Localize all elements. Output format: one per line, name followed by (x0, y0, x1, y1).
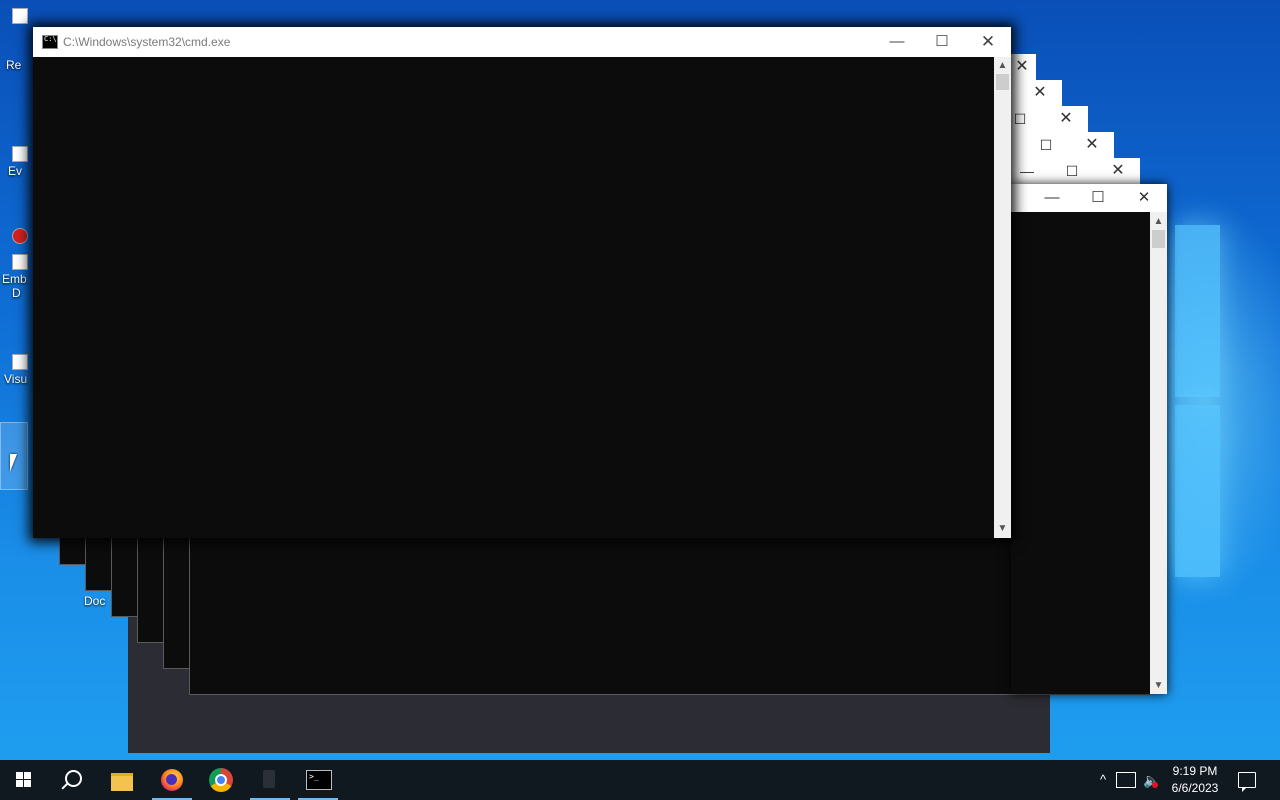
cascade-titlebar[interactable]: ☐ ✕ (1011, 106, 1088, 132)
titlebar[interactable]: C:\Windows\system32\cmd.exe — ☐ ✕ (33, 27, 1011, 57)
cascade-titlebar[interactable]: ✕ (1011, 54, 1036, 80)
terminal-icon (306, 770, 332, 790)
muted-indicator (1152, 782, 1158, 788)
volume-icon[interactable]: 🔈 (1142, 760, 1162, 800)
titlebar[interactable]: — ☐ ✕ (1011, 184, 1167, 212)
close-button[interactable]: ✕ (965, 27, 1011, 57)
maximize-icon[interactable]: ☐ (1023, 132, 1069, 158)
taskbar-file-explorer[interactable] (98, 760, 146, 800)
minimize-button[interactable]: — (874, 27, 920, 57)
vertical-scrollbar[interactable]: ▲ ▼ (994, 57, 1011, 538)
maximize-icon[interactable]: ☐ (1049, 158, 1095, 184)
cmd-app-icon (42, 35, 58, 49)
shortcut-icon (12, 354, 28, 370)
windows-logo-pane (1175, 225, 1220, 397)
cmd-window-cascaded[interactable]: — ☐ ✕ ▲ ▼ (1011, 184, 1167, 694)
desktop-icon-doc-label: Doc (84, 594, 106, 608)
window-title: C:\Windows\system32\cmd.exe (63, 35, 231, 49)
windows-icon (16, 772, 32, 788)
console-output[interactable] (33, 57, 994, 538)
app-icon (12, 228, 28, 244)
scroll-up-icon[interactable]: ▲ (1150, 214, 1167, 230)
shortcut-icon (12, 254, 28, 270)
taskbar-app[interactable] (246, 760, 294, 800)
taskbar-command-prompt[interactable] (294, 760, 342, 800)
search-icon (65, 770, 82, 787)
clock[interactable]: 9:19 PM 6/6/2023 (1166, 763, 1224, 797)
firefox-icon (161, 769, 183, 791)
show-hidden-icons-button[interactable]: ^ (1094, 760, 1112, 800)
recycle-bin-icon (12, 8, 28, 24)
app-icon (263, 770, 275, 788)
cascade-titlebar[interactable]: ✕ (1011, 80, 1062, 106)
scroll-down-icon[interactable]: ▼ (1150, 678, 1167, 694)
desktop-icon-ev[interactable]: Ev (0, 146, 30, 178)
desktop: Re Ev Emb D Visu Doc ✕ ✕ ☐ ✕ ☐ ✕ — ☐ ✕ —… (0, 0, 1280, 760)
taskbar-chrome[interactable] (197, 760, 245, 800)
clock-date: 6/6/2023 (1171, 781, 1219, 795)
vertical-scrollbar[interactable]: ▲ ▼ (1150, 212, 1167, 694)
cmd-window[interactable]: C:\Windows\system32\cmd.exe — ☐ ✕ ▲ ▼ (33, 27, 1011, 538)
maximize-icon[interactable]: ☐ (1083, 184, 1113, 212)
scroll-down-icon[interactable]: ▼ (994, 521, 1011, 537)
taskbar: ^ 🔈 9:19 PM 6/6/2023 (0, 760, 1280, 800)
shortcut-icon (12, 146, 28, 162)
folder-icon (111, 773, 133, 791)
taskbar-firefox[interactable] (148, 760, 196, 800)
cascade-titlebar[interactable]: — ☐ ✕ (1011, 158, 1140, 184)
clock-time: 9:19 PM (1172, 764, 1218, 778)
scroll-up-icon[interactable]: ▲ (994, 58, 1011, 74)
start-button[interactable] (0, 760, 48, 800)
desktop-icon-emb[interactable]: Emb D (0, 228, 30, 300)
maximize-button[interactable]: ☐ (919, 27, 965, 57)
close-icon[interactable]: ✕ (1129, 184, 1159, 212)
minimize-icon[interactable]: — (1037, 184, 1067, 212)
cascade-window-shadow (189, 538, 1150, 695)
cascade-titlebar[interactable]: ☐ ✕ (1011, 132, 1114, 158)
chrome-icon (209, 768, 233, 792)
close-icon[interactable]: ✕ (1017, 80, 1063, 106)
scroll-thumb[interactable] (1152, 230, 1165, 248)
close-icon[interactable]: ✕ (1043, 106, 1089, 132)
desktop-icon-recycle-bin[interactable]: Re (0, 8, 30, 72)
notification-icon[interactable] (1238, 772, 1256, 792)
windows-logo-pane (1175, 405, 1220, 577)
search-button[interactable] (48, 760, 96, 800)
scroll-thumb[interactable] (996, 74, 1009, 90)
close-icon[interactable]: ✕ (1095, 158, 1141, 184)
desktop-icon-visual-studio[interactable]: Visu (0, 354, 30, 386)
mouse-cursor-icon (10, 454, 17, 472)
close-icon[interactable]: ✕ (1069, 132, 1115, 158)
network-icon[interactable] (1116, 772, 1136, 788)
